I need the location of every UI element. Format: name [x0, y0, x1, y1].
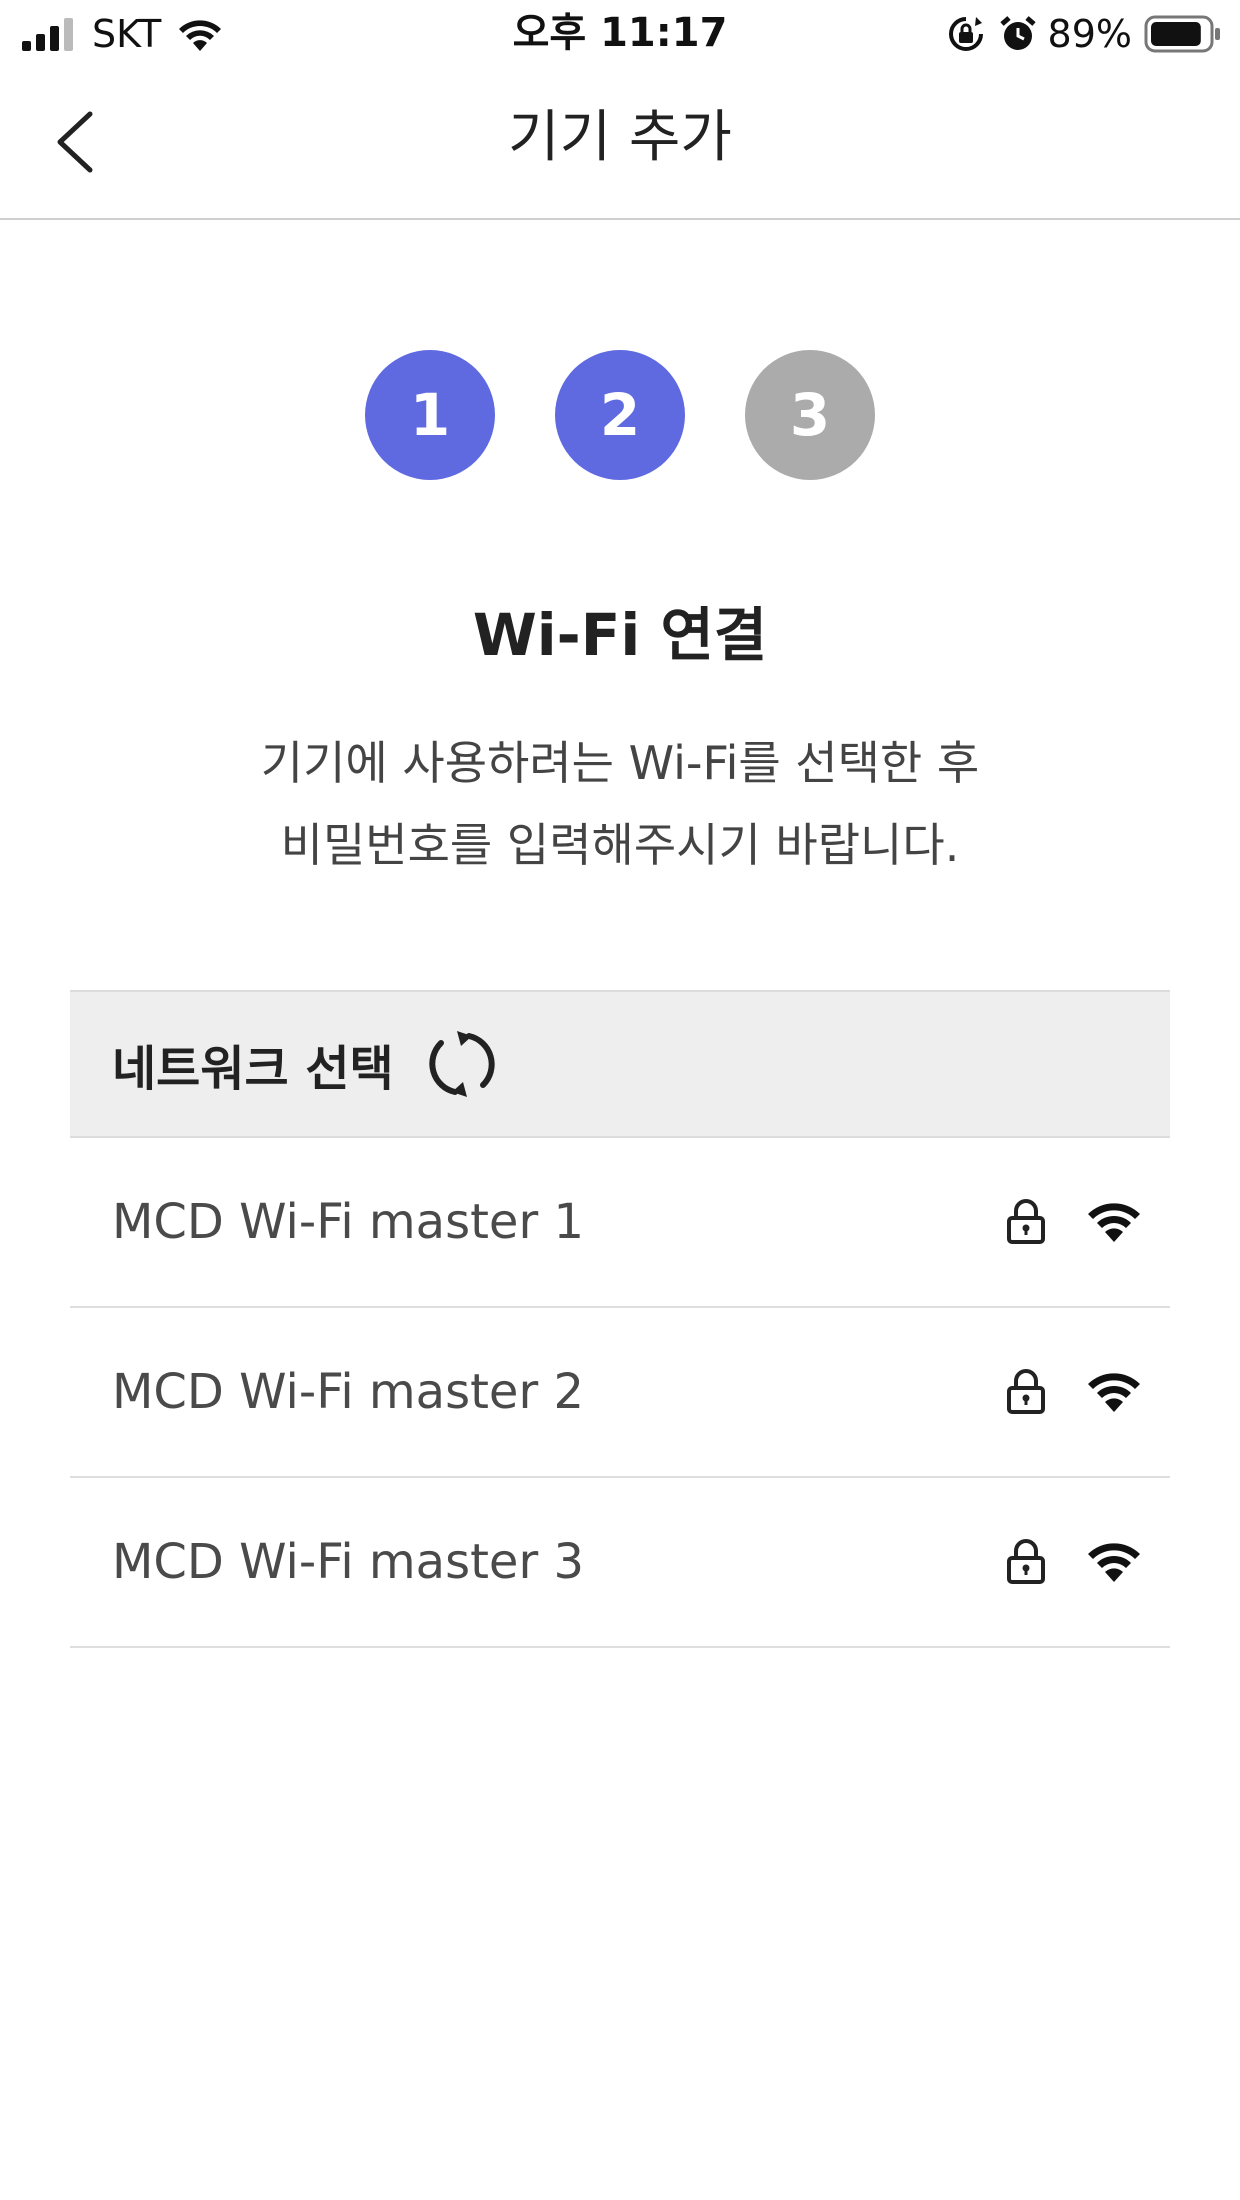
step-label: 1 [409, 381, 451, 449]
network-item[interactable]: MCD Wi-Fi master 3 [70, 1478, 1170, 1648]
network-item[interactable]: MCD Wi-Fi master 2 [70, 1308, 1170, 1478]
instruction-text: 기기에 사용하려는 Wi-Fi를 선택한 후 비밀번호를 입력해주시기 바랍니다… [0, 722, 1240, 886]
rotation-lock-icon [948, 17, 983, 51]
battery-icon [1144, 15, 1220, 53]
section-heading: Wi-Fi 연결 [472, 601, 768, 669]
wifi-signal-icon [1088, 1203, 1140, 1242]
instruction-line-2: 비밀번호를 입력해주시기 바랍니다. [280, 818, 960, 872]
status-bar-right: 89% [946, 12, 1222, 56]
status-bar: SKT 오후 11:17 89% [0, 0, 1240, 66]
lock-icon [1007, 1539, 1045, 1584]
step-label: 2 [599, 381, 641, 449]
step-indicator: 1 2 3 [0, 350, 1240, 480]
page-title: 기기 추가 [508, 105, 732, 170]
refresh-button[interactable] [426, 1028, 498, 1100]
wifi-signal-icon [1088, 1373, 1140, 1412]
lock-icon [1007, 1199, 1045, 1244]
refresh-icon [429, 1031, 495, 1097]
network-item[interactable]: MCD Wi-Fi master 1 [70, 1138, 1170, 1308]
alarm-icon [999, 16, 1036, 50]
step-2: 2 [555, 350, 685, 480]
step-label: 3 [789, 381, 831, 449]
battery-percent: 89% [1047, 12, 1132, 56]
instruction-line-1: 기기에 사용하려는 Wi-Fi를 선택한 후 [260, 736, 980, 790]
wifi-signal-icon [1088, 1543, 1140, 1582]
network-section-header: 네트워크 선택 [70, 990, 1170, 1138]
nav-bar: 기기 추가 [0, 66, 1240, 220]
network-header-label: 네트워크 선택 [112, 1041, 394, 1097]
network-list: MCD Wi-Fi master 1 MCD Wi-Fi master 2 MC… [70, 1138, 1170, 1648]
lock-icon [1007, 1369, 1045, 1414]
step-1: 1 [365, 350, 495, 480]
step-3: 3 [745, 350, 875, 480]
